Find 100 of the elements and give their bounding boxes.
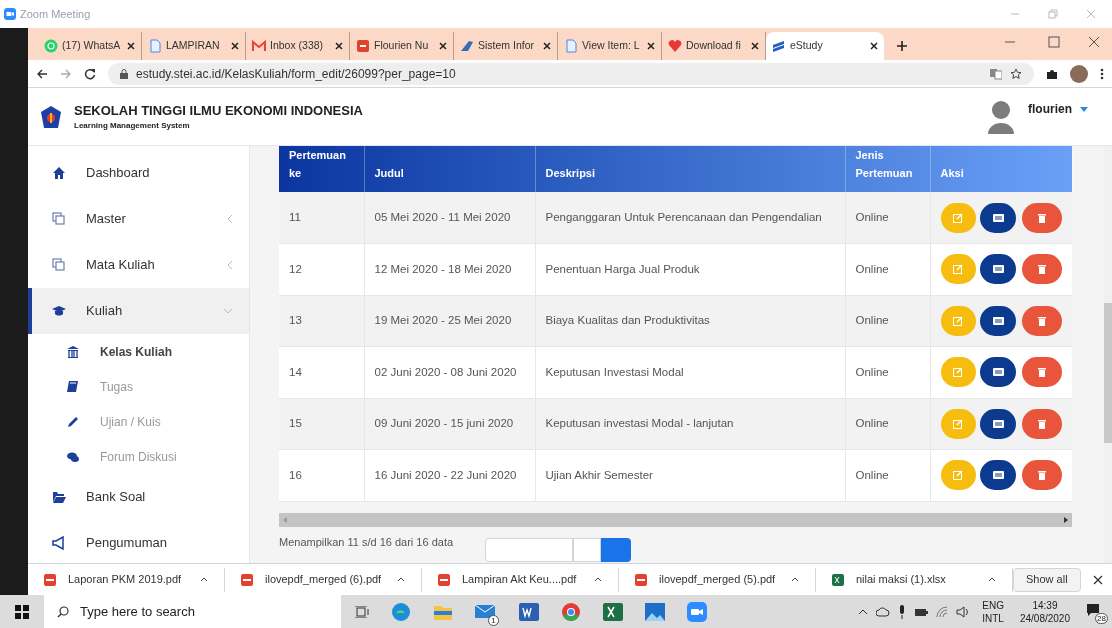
scroll-left-arrow-icon [283,516,287,523]
delete-button[interactable] [1022,254,1062,285]
avatar[interactable] [1070,64,1088,83]
more-menu-icon[interactable] [1100,67,1104,80]
close-icon[interactable] [127,42,135,50]
delete-button[interactable] [1022,460,1062,491]
clock-time[interactable]: 14:39 [1032,598,1058,612]
close-icon[interactable] [335,42,343,50]
address-bar[interactable]: estudy.stei.ac.id/KelasKuliah/form_edit/26099?per_page=10 [108,62,1034,85]
close-icon[interactable] [543,42,551,50]
chrome-browser-icon[interactable] [561,601,581,622]
pencil-icon [66,414,80,429]
tab-favicon-icon [148,39,162,53]
megaphone-icon [52,536,66,550]
close-icon[interactable] [439,42,447,50]
show-all-button[interactable]: Show all [1013,567,1081,592]
table-cell: Online [845,398,930,450]
trash-icon [1038,367,1047,378]
reload-icon[interactable] [84,67,96,80]
table-cell: Ujian Akhir Semester [535,449,845,501]
tab-favicon-icon [668,39,682,53]
cloud-icon[interactable] [876,606,891,617]
download-item[interactable]: Laporan PKM 2019.pdf [28,567,225,592]
video-camera-app-icon[interactable] [687,601,707,622]
download-item[interactable]: ilovepdf_merged (6).pdf [225,567,422,592]
delete-button[interactable] [1022,408,1062,439]
pagination-page-button[interactable] [573,537,602,562]
detail-button[interactable] [980,254,1017,285]
task-view-icon[interactable] [355,605,369,618]
detail-button[interactable] [980,357,1017,388]
chevron-up-icon [397,577,405,582]
taskbar-search-field[interactable]: Type here to search [44,595,341,628]
word-document-icon[interactable] [519,602,539,621]
close-icon[interactable] [751,42,759,50]
download-item[interactable]: nilai maksi (1).xlsx [816,567,1013,592]
puzzle-piece-icon[interactable] [1046,67,1058,80]
user-avatar-icon [986,99,1016,134]
browser-tab[interactable]: eStudy [766,32,884,60]
table-cell: 05 Mei 2020 - 11 Mei 2020 [364,192,535,244]
speaker-icon[interactable] [956,605,971,618]
vertical-scrollbar[interactable] [1104,303,1112,443]
sidebar-item[interactable]: Mata Kuliah [28,242,249,288]
spreadsheet-app-icon[interactable] [603,602,623,621]
detail-button[interactable] [980,460,1017,491]
close-icon[interactable] [1092,574,1103,585]
sidebar-item[interactable]: Master [28,196,249,242]
building-icon [66,344,80,359]
edit-icon [953,212,964,223]
trash-icon [1038,418,1047,429]
new-tab-icon[interactable] [896,40,908,52]
user-menu[interactable]: flourien [1028,100,1088,118]
close-icon[interactable] [870,42,878,50]
sidebar-subitem[interactable]: Kelas Kuliah [28,334,249,369]
close-icon[interactable] [647,42,655,50]
pagination-active-page[interactable] [601,537,632,562]
table-cell: Online [845,295,930,347]
clock-date[interactable]: 24/08/2020 [1019,611,1070,625]
maximize-icon[interactable] [1048,36,1060,48]
pagination-summary: Menampilkan 11 s/d 16 dari 16 data [279,534,454,550]
edit-icon [953,367,964,378]
battery-icon[interactable] [914,606,929,617]
table-cell: 15 [279,398,364,450]
spreadsheet-file-icon [832,573,844,586]
delete-button[interactable] [1022,305,1062,336]
notification-badge: 1 [488,614,499,626]
list-icon [992,265,1004,274]
microphone-icon[interactable] [898,604,907,619]
wifi-icon[interactable] [936,605,949,618]
table-cell: Biaya Kualitas dan Produktivitas [535,295,845,347]
star-icon[interactable] [1010,67,1022,80]
detail-button[interactable] [980,408,1017,439]
download-item[interactable]: ilovepdf_merged (5).pdf [619,567,816,592]
sidebar-item[interactable]: Pengumuman [28,520,249,563]
trash-icon [1038,212,1047,223]
sidebar-item[interactable]: Kuliah [28,288,249,334]
edit-icon [953,264,964,275]
delete-button[interactable] [1022,202,1062,233]
edge-browser-icon[interactable] [391,601,411,622]
language-indicator[interactable]: ENG [982,598,1004,612]
back-arrow-icon[interactable] [36,67,48,80]
windows-start-icon[interactable] [15,604,29,619]
notification-center-icon[interactable] [1086,602,1100,617]
graduation-cap-icon [52,304,66,318]
download-item[interactable]: Lampiran Akt Keu....pdf [422,567,619,592]
sidebar-item[interactable]: Dashboard [28,150,249,196]
sidebar-item[interactable]: Bank Soal [28,474,249,520]
delete-button[interactable] [1022,357,1062,388]
close-icon[interactable] [231,42,239,50]
detail-button[interactable] [980,305,1017,336]
table-cell: Keputusan Investasi Modal [535,346,845,398]
chevron-up-icon[interactable] [858,608,869,615]
photos-app-icon[interactable] [645,602,665,621]
list-icon [992,368,1004,377]
trash-icon [1038,315,1047,326]
trash-icon [1038,264,1047,275]
detail-button[interactable] [980,202,1017,233]
pdf-file-icon [438,573,450,586]
keyboard-layout-indicator[interactable]: INTL [982,611,1004,625]
translate-icon[interactable] [990,67,1002,80]
horizontal-scrollbar[interactable] [279,512,1072,527]
